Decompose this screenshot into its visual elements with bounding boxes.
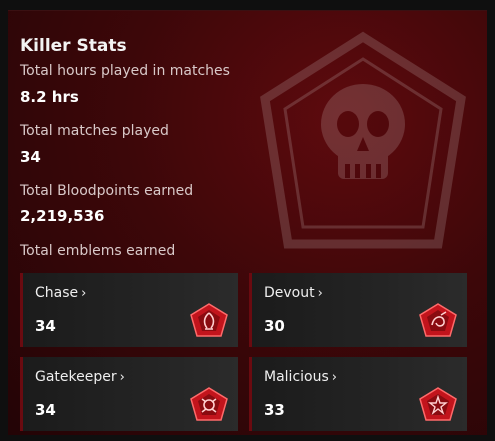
emblem-count: 30 [264, 317, 285, 335]
emblem-count: 33 [264, 401, 285, 419]
killer-skull-emblem-icon [260, 31, 466, 249]
stat-label-bloodpoints: Total Bloodpoints earned [20, 183, 194, 199]
stat-label-matches: Total matches played [20, 123, 169, 139]
stat-value-hours: 8.2 hrs [20, 88, 79, 106]
chevron-right-icon: › [331, 370, 337, 385]
stat-value-bloodpoints: 2,219,536 [20, 207, 105, 225]
devout-emblem-icon [419, 303, 457, 337]
chevron-right-icon: › [317, 286, 323, 301]
stat-label-emblems: Total emblems earned [20, 243, 176, 259]
malicious-emblem-icon [419, 387, 457, 421]
emblem-name: Gatekeeper › [35, 369, 125, 385]
emblem-count: 34 [35, 317, 56, 335]
emblem-card-devout[interactable]: Devout › 30 [249, 273, 467, 347]
emblem-name: Malicious › [264, 369, 337, 385]
chevron-right-icon: › [119, 370, 125, 385]
stat-label-hours: Total hours played in matches [20, 63, 230, 79]
emblem-name: Devout › [264, 285, 323, 301]
stat-value-matches: 34 [20, 148, 41, 166]
emblem-card-gatekeeper[interactable]: Gatekeeper › 34 [20, 357, 238, 431]
section-title: Killer Stats [20, 36, 127, 56]
chase-emblem-icon [190, 303, 228, 337]
gatekeeper-emblem-icon [190, 387, 228, 421]
chevron-right-icon: › [81, 286, 87, 301]
emblem-name: Chase › [35, 285, 87, 301]
emblem-card-malicious[interactable]: Malicious › 33 [249, 357, 467, 431]
emblem-count: 34 [35, 401, 56, 419]
killer-stats-panel: Killer Stats Total hours played in match… [8, 10, 487, 435]
emblem-card-chase[interactable]: Chase › 34 [20, 273, 238, 347]
